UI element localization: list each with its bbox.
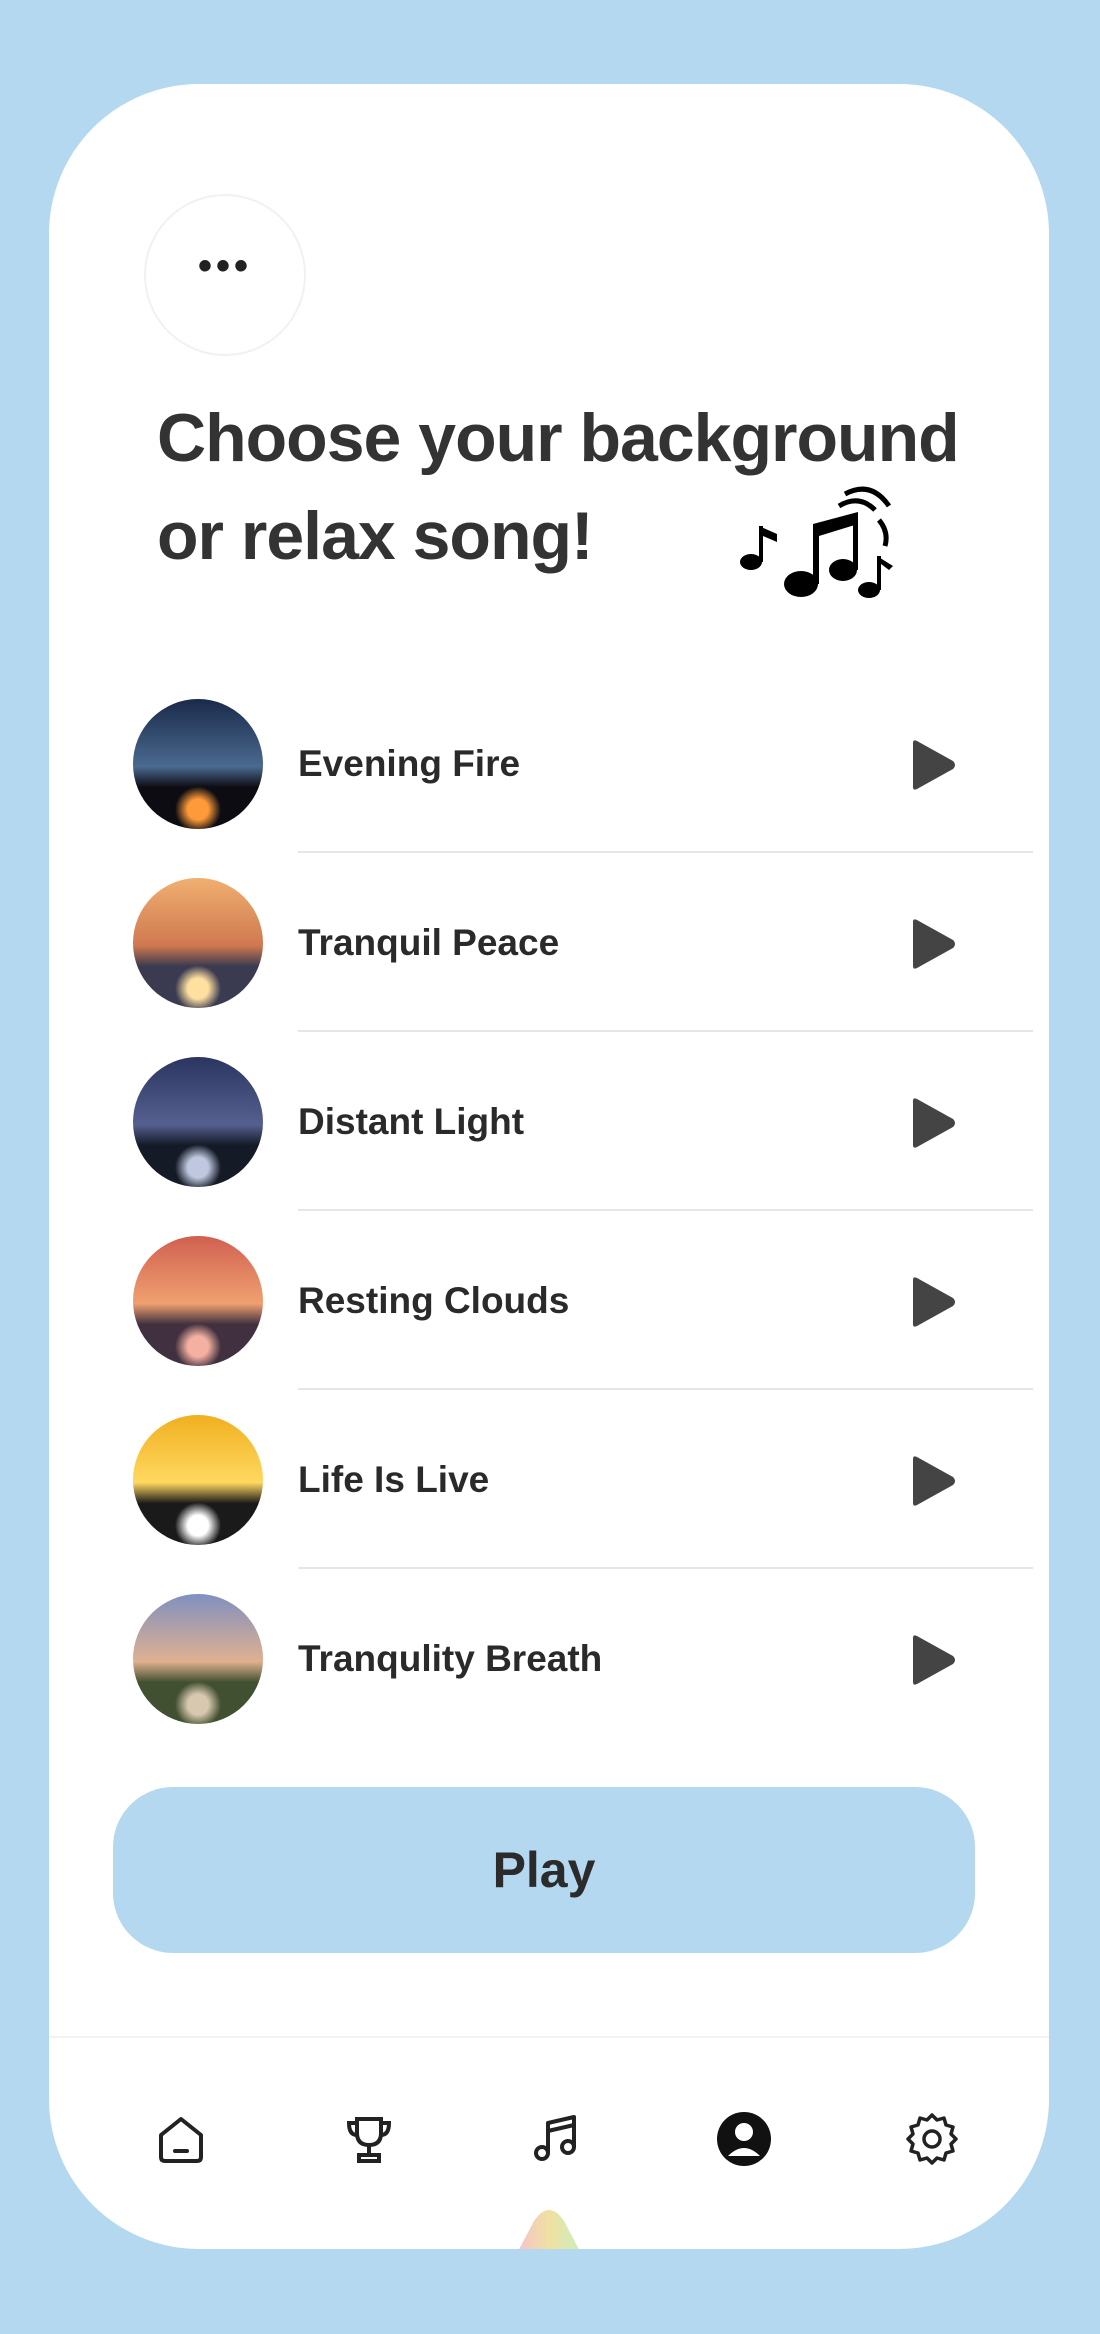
- home-icon[interactable]: [146, 2104, 216, 2174]
- song-row[interactable]: Tranqulity Breath: [133, 1569, 1033, 1748]
- active-tab-indicator: [519, 2210, 579, 2249]
- song-thumbnail: [133, 1415, 263, 1545]
- trophy-icon[interactable]: [334, 2104, 404, 2174]
- play-icon[interactable]: [909, 918, 957, 970]
- song-title: Resting Clouds: [298, 1280, 570, 1321]
- title-line-1: Choose your background: [157, 400, 960, 476]
- song-row[interactable]: Life Is Live: [133, 1390, 1033, 1569]
- play-button[interactable]: Play: [113, 1787, 975, 1953]
- song-thumbnail: [133, 878, 263, 1008]
- song-thumbnail: [133, 1236, 263, 1366]
- play-icon[interactable]: [909, 1455, 957, 1507]
- play-icon[interactable]: [909, 1097, 957, 1149]
- bottom-nav: [49, 2104, 1049, 2204]
- song-thumbnail: [133, 699, 263, 829]
- song-thumbnail: [133, 1594, 263, 1724]
- song-list: Evening Fire Tranquil Peace Distant Light R…: [133, 674, 1033, 1748]
- phone-screen: ••• Choose your background or relax song…: [49, 84, 1049, 2249]
- song-title: Evening Fire: [298, 743, 521, 784]
- song-title: Life Is Live: [298, 1459, 490, 1500]
- music-notes-icon: [740, 486, 893, 598]
- play-icon[interactable]: [909, 1276, 957, 1328]
- profile-icon[interactable]: [709, 2104, 779, 2174]
- play-icon[interactable]: [909, 739, 957, 791]
- song-row[interactable]: Tranquil Peace: [133, 853, 1033, 1032]
- menu-button[interactable]: •••: [144, 194, 306, 356]
- song-title: Distant Light: [298, 1101, 525, 1142]
- settings-icon[interactable]: [897, 2104, 967, 2174]
- song-title: Tranquil Peace: [298, 922, 560, 963]
- song-row[interactable]: Evening Fire: [133, 674, 1033, 853]
- song-thumbnail: [133, 1057, 263, 1187]
- song-row[interactable]: Distant Light: [133, 1032, 1033, 1211]
- song-row[interactable]: Resting Clouds: [133, 1211, 1033, 1390]
- song-title: Tranqulity Breath: [298, 1638, 603, 1679]
- nav-divider: [49, 2036, 1049, 2038]
- music-icon[interactable]: [521, 2104, 591, 2174]
- play-icon[interactable]: [909, 1634, 957, 1686]
- title-line-2: or relax song!: [157, 498, 594, 574]
- more-icon: •••: [197, 244, 252, 288]
